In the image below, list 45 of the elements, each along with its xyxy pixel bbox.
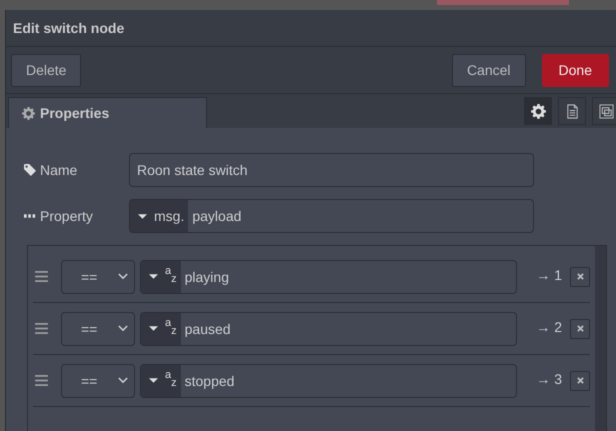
close-icon xyxy=(576,377,584,384)
drag-handle-icon[interactable] xyxy=(35,271,48,282)
property-input[interactable]: msg. payload xyxy=(129,199,534,233)
document-icon xyxy=(564,104,580,118)
output-label: → 2 xyxy=(535,318,562,334)
dialog-title: Edit switch node xyxy=(13,20,124,36)
field-value: playing xyxy=(184,268,229,287)
dialog-button[interactable]: Cancel xyxy=(452,54,526,86)
remove-button[interactable] xyxy=(570,370,590,390)
output-label: → 1 xyxy=(535,266,562,282)
chevron-down-icon xyxy=(118,377,128,384)
tag-icon xyxy=(24,164,36,176)
operator-select[interactable]: == xyxy=(61,312,135,346)
chevron-down-icon xyxy=(118,325,128,332)
chevron-down-icon xyxy=(118,273,128,280)
operator-select[interactable]: == xyxy=(61,364,135,398)
gear-icon xyxy=(22,106,35,120)
sidebar-tab-button[interactable] xyxy=(592,97,616,125)
drag-handle-icon[interactable] xyxy=(35,375,48,386)
done-button[interactable]: Done xyxy=(542,54,609,86)
properties-tab[interactable]: Properties xyxy=(8,97,207,128)
close-icon xyxy=(576,325,584,332)
sidebar-tab-button[interactable] xyxy=(558,97,586,125)
caret-icon xyxy=(149,274,158,279)
field-label: Name xyxy=(40,162,78,178)
output-label: → 3 xyxy=(535,370,562,386)
sidebar-tab-button[interactable] xyxy=(524,97,552,125)
caret-icon xyxy=(149,378,158,383)
operator-select[interactable]: == xyxy=(61,260,135,294)
dialog-button[interactable]: Delete xyxy=(11,54,82,86)
name-input[interactable]: Roon state switch xyxy=(129,153,534,187)
caret-icon xyxy=(149,326,158,331)
field-value: payload xyxy=(191,207,242,226)
drag-handle-icon[interactable] xyxy=(35,323,48,334)
caret-icon xyxy=(138,214,147,218)
frame-icon xyxy=(598,104,614,118)
gear-icon xyxy=(530,104,546,118)
field-value: paused xyxy=(184,320,231,339)
field-value: stopped xyxy=(184,372,234,391)
remove-button[interactable] xyxy=(570,318,590,338)
close-icon xyxy=(576,273,584,280)
scrollbar[interactable] xyxy=(595,246,606,431)
field-label: Property xyxy=(40,208,93,224)
ellipsis-icon xyxy=(24,214,36,218)
remove-button[interactable] xyxy=(570,266,590,286)
